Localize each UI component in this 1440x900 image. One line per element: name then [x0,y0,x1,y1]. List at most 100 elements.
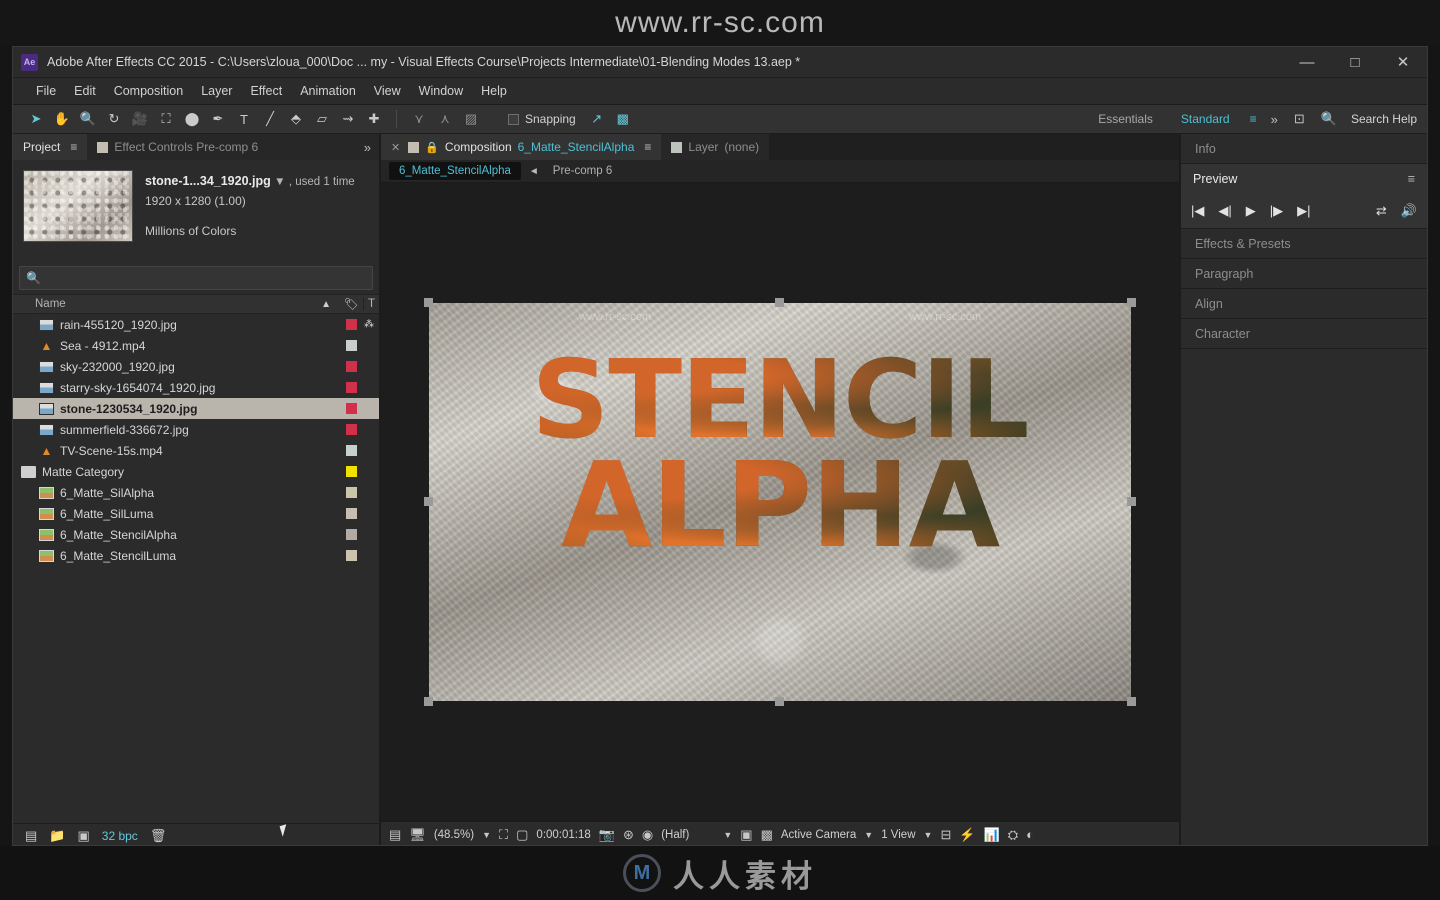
label-color-swatch[interactable] [346,361,357,372]
transparency-grid-icon[interactable]: ▢ [516,827,528,843]
camera-value[interactable]: Active Camera [781,829,856,841]
zoom-tool-icon[interactable]: 🔍 [75,107,101,131]
column-label-tag-icon[interactable]: 🏷 [339,297,363,311]
column-type[interactable]: T [363,298,379,310]
selection-tool-icon[interactable]: ➤ [23,107,49,131]
maximize-button[interactable]: □ [1331,47,1379,78]
label-color-swatch[interactable] [346,319,357,330]
roto-brush-tool-icon[interactable]: ⇝ [335,107,361,131]
resolution-value[interactable]: (Half) [661,829,689,841]
selection-handle-tl[interactable] [424,298,433,307]
lock-icon[interactable]: 🔒 [425,141,439,154]
label-color-swatch[interactable] [346,403,357,414]
menu-window[interactable]: Window [410,81,472,101]
views-value[interactable]: 1 View [881,829,915,841]
composition-panel-menu-icon[interactable]: ≡ [644,140,651,154]
new-composition-icon[interactable]: ▣ [77,828,89,844]
camera-tool-icon[interactable]: 🎥 [127,107,153,131]
project-list-item[interactable]: 6_Matte_SilLuma [13,503,379,524]
workspace-standard[interactable]: Standard [1167,108,1244,130]
shape-tool-icon[interactable]: ⬤ [179,107,205,131]
project-tabs-overflow-icon[interactable]: » [355,134,379,160]
project-list-item[interactable]: 6_Matte_StencilLuma [13,545,379,566]
type-tool-icon[interactable]: T [231,107,257,131]
camera-dropdown-icon[interactable]: ▼ [864,830,873,840]
preview-panel-menu-icon[interactable]: ≡ [1408,172,1415,186]
panel-effects-presets[interactable]: Effects & Presets [1181,229,1427,259]
selection-handle-bl[interactable] [424,697,433,706]
toggle-mask-icon[interactable]: ▣ [740,827,752,843]
puppet-starch-tool-icon[interactable]: ⋎ [406,107,432,131]
column-sort-arrow-icon[interactable]: ▲ [321,299,339,310]
reset-exposure-icon[interactable]: ◐ [1026,827,1034,842]
pan-behind-tool-icon[interactable]: ⛶ [153,107,179,131]
last-frame-button[interactable]: ▶| [1297,203,1310,219]
rotation-tool-icon[interactable]: ↻ [101,107,127,131]
snapping-checkbox[interactable] [508,113,519,125]
panel-align[interactable]: Align [1181,289,1427,319]
grid-guides-icon[interactable]: ▩ [761,827,773,843]
zoom-dropdown-icon[interactable]: ▼ [482,830,491,840]
label-color-swatch[interactable] [346,529,357,540]
snap-arrow-icon[interactable]: ↗ [584,107,610,131]
fast-previews-icon[interactable]: ⚡ [959,827,975,843]
puppet-pin-tool-icon[interactable]: ✚ [361,107,387,131]
panel-character[interactable]: Character [1181,319,1427,349]
tab-composition[interactable]: ✕ 🔒 Composition 6_Matte_StencilAlpha ≡ [381,134,662,160]
menu-effect[interactable]: Effect [241,81,291,101]
snapshot-icon[interactable]: 📷 [599,827,615,843]
minimize-button[interactable]: — [1283,47,1331,78]
workspace-essentials[interactable]: Essentials [1084,108,1167,130]
show-snapshot-icon[interactable]: ⊛ [623,827,634,843]
label-color-swatch[interactable] [346,445,357,456]
timeline-icon[interactable]: 📊 [984,827,1000,843]
project-list-item[interactable]: ▲ Sea - 4912.mp4 [13,335,379,356]
project-list-item[interactable]: stone-1230534_1920.jpg [13,398,379,419]
project-list-item[interactable]: rain-455120_1920.jpg ⁂ [13,314,379,335]
tab-effect-controls[interactable]: Effect Controls Pre-comp 6 [87,134,269,160]
hand-tool-icon[interactable]: ✋ [49,107,75,131]
label-color-swatch[interactable] [346,424,357,435]
project-list-item[interactable]: 6_Matte_StencilAlpha [13,524,379,545]
tab-layer[interactable]: Layer (none) [661,134,770,160]
close-tab-icon[interactable]: ✕ [391,141,400,154]
comp-flowchart-icon[interactable]: ⛭ [1008,827,1018,843]
project-list-item[interactable]: sky-232000_1920.jpg [13,356,379,377]
menu-edit[interactable]: Edit [65,81,105,101]
project-panel-menu-icon[interactable]: ≡ [70,140,77,154]
project-list-item[interactable]: ▲ TV-Scene-15s.mp4 [13,440,379,461]
label-color-swatch[interactable] [346,382,357,393]
search-icon[interactable]: 🔍 [1313,111,1345,127]
eraser-tool-icon[interactable]: ▱ [309,107,335,131]
panel-paragraph[interactable]: Paragraph [1181,259,1427,289]
main-view-icon[interactable]: 🖥 [409,827,426,843]
workspace-overflow-icon[interactable]: » [1263,112,1286,127]
first-frame-button[interactable]: |◀ [1191,203,1204,219]
puppet-overlap-tool-icon[interactable]: ⋏ [432,107,458,131]
project-item-list[interactable]: rain-455120_1920.jpg ⁂ ▲ Sea - 4912.mp4 sky-… [13,314,379,823]
project-search-input[interactable]: 🔍 [19,266,373,290]
views-dropdown-icon[interactable]: ▼ [924,830,933,840]
new-folder-icon[interactable]: 📁 [49,828,65,844]
menu-composition[interactable]: Composition [105,81,192,101]
brush-tool-icon[interactable]: ╱ [257,107,283,131]
close-button[interactable]: ✕ [1379,47,1427,78]
previous-frame-button[interactable]: ◀| [1218,203,1231,219]
delete-icon[interactable]: 🗑 [150,828,167,844]
project-list-item[interactable]: starry-sky-1654074_1920.jpg [13,377,379,398]
region-of-interest-icon[interactable]: ⛶ [499,827,508,843]
menu-file[interactable]: File [27,81,65,101]
project-list-item[interactable]: summerfield-336672.jpg [13,419,379,440]
label-color-swatch[interactable] [346,340,357,351]
column-name[interactable]: Name [13,298,321,310]
mask-tool-icon[interactable]: ▨ [458,107,484,131]
panel-info[interactable]: Info [1181,134,1427,164]
viewer-area[interactable]: www.rr-sc.com www.rr-sc.com STENCIL ALPH… [381,183,1179,821]
selection-handle-bc[interactable] [775,697,784,706]
project-list-item[interactable]: 6_Matte_SilAlpha [13,482,379,503]
project-list-item[interactable]: ▼ Matte Category [13,461,379,482]
footage-dropdown-icon[interactable]: ▼ [274,176,285,188]
selection-handle-ml[interactable] [424,497,433,506]
snap-grid-icon[interactable]: ▩ [610,107,636,131]
viewer-time-value[interactable]: 0:00:01:18 [536,829,590,841]
